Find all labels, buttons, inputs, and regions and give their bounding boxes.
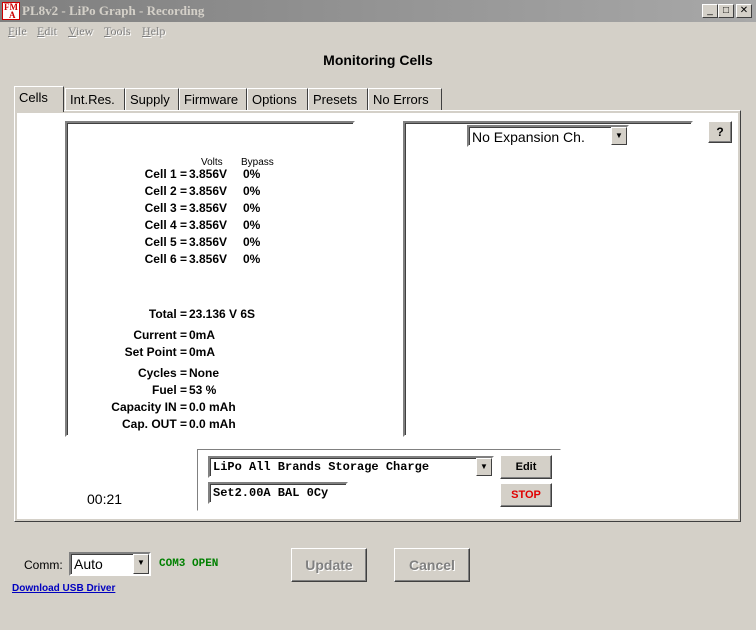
tab-firmware[interactable]: Firmware [179,88,247,110]
help-button[interactable]: ? [708,121,732,143]
preset-value: LiPo All Brands Storage Charge [213,460,430,474]
download-usb-driver-link[interactable]: Download USB Driver [12,583,115,594]
cell-label: Cell 2 = [144,184,187,198]
title-bar[interactable]: FM A PL8v2 - LiPo Graph - Recording _ □ … [0,0,756,22]
stat-value: None [189,366,219,380]
menu-file[interactable]: File [8,24,27,39]
expansion-channel-select[interactable]: No Expansion Ch. ▼ [467,125,629,147]
tab-cells[interactable]: Cells [14,86,64,112]
menu-tools[interactable]: Tools [104,24,131,39]
stat-value: 53 % [189,383,217,397]
cell-label: Cell 1 = [144,167,187,181]
cell-label: Cell 3 = [144,201,187,215]
cell-bypass: 0% [243,252,261,266]
charge-status-field: Set2.00A BAL 0Cy [208,482,348,504]
cell-label: Cell 4 = [144,218,187,232]
preset-select[interactable]: LiPo All Brands Storage Charge ▼ [208,456,494,478]
cell-readout-panel: Volts Bypass Cell 1 = 3.856V 0% Cell 2 = 3.8… [65,121,355,437]
chevron-down-icon[interactable]: ▼ [476,458,492,476]
charge-control-group: LiPo All Brands Storage Charge ▼ Set2.00… [197,449,561,511]
stat-value: 0mA [189,345,216,359]
expansion-panel: No Expansion Ch. ▼ [403,121,693,437]
stat-label: Cycles = [137,366,187,380]
chevron-down-icon[interactable]: ▼ [133,554,149,574]
com-status-text: COM3 OPEN [159,558,219,570]
cell-label: Cell 6 = [144,252,187,266]
total-label: Total = [148,307,187,321]
maximize-button[interactable]: □ [718,4,734,18]
cell-volts: 3.856V [189,201,228,215]
cells-tab-content: Volts Bypass Cell 1 = 3.856V 0% Cell 2 = 3.8… [17,113,738,519]
total-value: 23.136 V 6S [189,307,256,321]
cells-tab-panel: Volts Bypass Cell 1 = 3.856V 0% Cell 2 = 3.8… [14,110,741,522]
stat-value: 0mA [189,328,216,342]
cancel-button[interactable]: Cancel [394,548,470,582]
minimize-button[interactable]: _ [702,4,718,18]
close-button[interactable]: ✕ [736,4,752,18]
stat-label: Fuel = [151,383,187,397]
cell-label: Cell 5 = [144,235,187,249]
comm-port-value: Auto [74,556,103,572]
edit-button[interactable]: Edit [500,455,552,479]
cell-volts: 3.856V [189,252,228,266]
stop-button[interactable]: STOP [500,483,552,507]
window-title: PL8v2 - LiPo Graph - Recording [22,3,205,18]
stat-label: Cap. OUT = [121,417,187,431]
expansion-channel-value: No Expansion Ch. [472,129,585,145]
cell-volts: 3.856V [189,218,228,232]
cell-bypass: 0% [243,218,261,232]
app-logo-text-bottom: A [9,10,16,20]
cell-bypass: 0% [243,167,261,181]
stat-value: 0.0 mAh [189,417,236,431]
cell-bypass: 0% [243,184,261,198]
tab-supply[interactable]: Supply [125,88,179,110]
tab-int-res[interactable]: Int.Res. [65,88,125,110]
cell-volts: 3.856V [189,184,228,198]
stat-label: Current = [133,328,187,342]
app-logo-icon[interactable]: FM A [2,2,20,20]
stat-label: Capacity IN = [111,400,187,414]
tab-presets[interactable]: Presets [308,88,368,110]
stat-label: Set Point = [124,345,187,359]
update-button[interactable]: Update [291,548,367,582]
elapsed-timer: 00:21 [87,491,123,507]
page-title: Monitoring Cells [323,52,433,68]
menu-edit[interactable]: Edit [37,24,57,39]
cell-volts: 3.856V [189,235,228,249]
stat-value: 0.0 mAh [189,400,236,414]
tab-options[interactable]: Options [247,88,308,110]
menu-view[interactable]: View [68,24,93,39]
charge-status-value: Set2.00A BAL 0Cy [213,486,329,500]
comm-port-select[interactable]: Auto ▼ [69,552,151,576]
cell-volts: 3.856V [189,167,228,181]
cell-bypass: 0% [243,235,261,249]
comm-label: Comm: [24,558,63,572]
tab-no-errors[interactable]: No Errors [368,88,442,110]
menu-bar: File Edit View Tools Help [0,22,756,40]
chevron-down-icon[interactable]: ▼ [611,127,627,145]
menu-help[interactable]: Help [142,24,165,39]
cell-bypass: 0% [243,201,261,215]
